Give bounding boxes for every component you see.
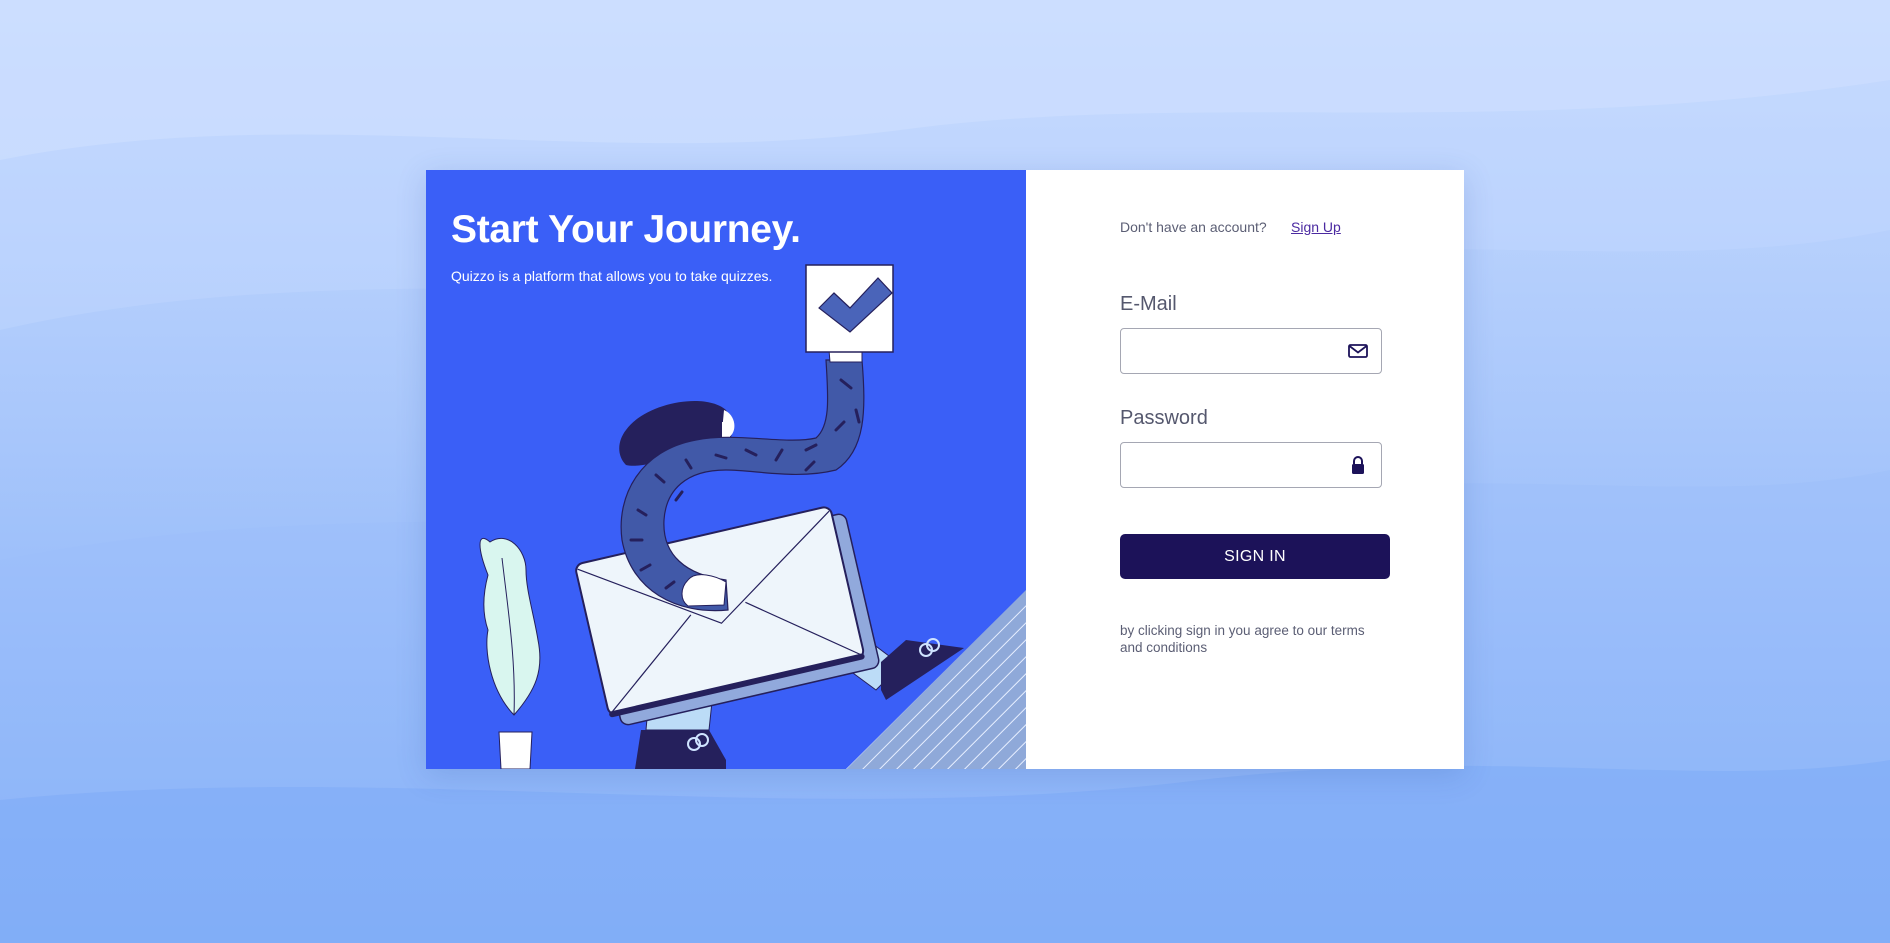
terms-text: by clicking sign in you agree to our ter… (1120, 623, 1365, 655)
password-field-box (1120, 442, 1382, 488)
login-form-panel: Don't have an account? Sign Up E-Mail Pa… (1026, 170, 1464, 769)
journey-illustration (479, 264, 1026, 769)
hero-title: Start Your Journey. (451, 208, 801, 251)
no-account-text: Don't have an account? (1120, 219, 1267, 235)
hero-panel: Start Your Journey. Quizzo is a platform… (426, 170, 1026, 769)
email-field[interactable] (1121, 329, 1355, 373)
mail-icon (1348, 344, 1368, 358)
login-card: Start Your Journey. Quizzo is a platform… (426, 170, 1464, 769)
email-label: E-Mail (1120, 293, 1177, 315)
password-field[interactable] (1121, 443, 1355, 487)
password-label: Password (1120, 407, 1208, 429)
signup-link[interactable]: Sign Up (1291, 219, 1341, 235)
lock-icon (1352, 456, 1364, 474)
hero-subtitle: Quizzo is a platform that allows you to … (451, 268, 773, 284)
signup-row: Don't have an account? Sign Up (1120, 219, 1341, 235)
email-field-box (1120, 328, 1382, 374)
signin-button[interactable]: SIGN IN (1120, 534, 1390, 579)
